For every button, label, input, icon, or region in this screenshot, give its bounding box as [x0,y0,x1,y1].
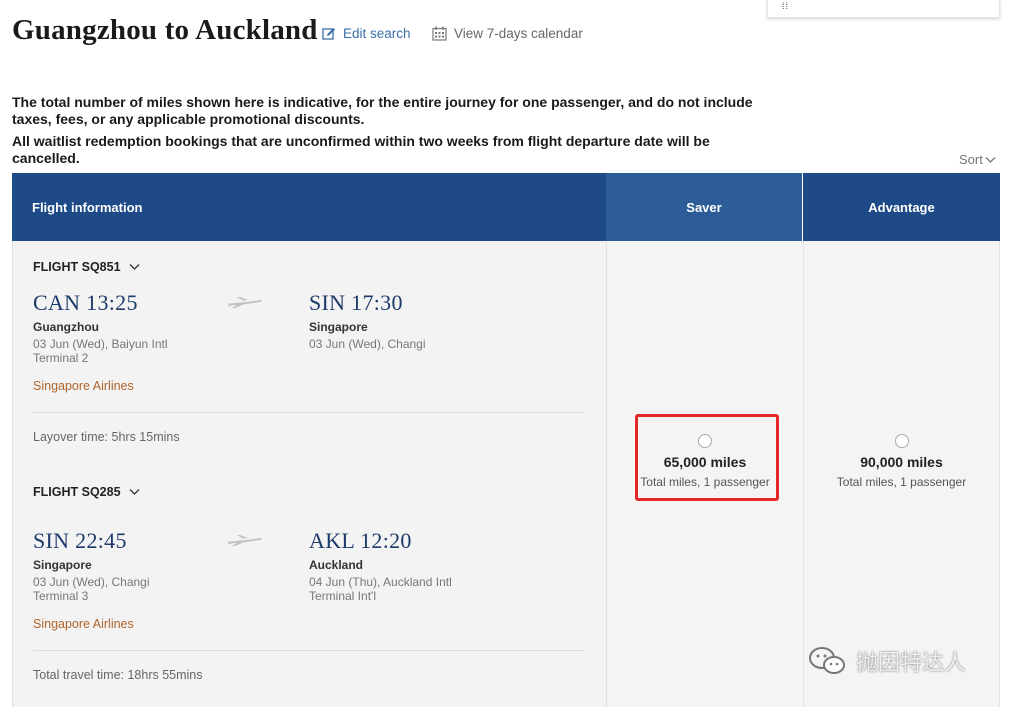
more-icon[interactable]: ⁞⁞ [782,1,789,11]
arrival-date-airport: 03 Jun (Wed), Changi [309,337,426,351]
departure-city: Guangzhou [33,320,99,334]
flight-toggle-sq285[interactable]: FLIGHT SQ285 [33,485,140,499]
departure-date-airport: 03 Jun (Wed), Baiyun Intl [33,337,168,351]
top-right-card: ⁞⁞ [767,0,1000,18]
arrival-city: Auckland [309,558,364,572]
arrival-code-time: AKL 12:20 [309,528,412,553]
watermark-text: 抛因特达人 [856,650,967,675]
miles-notice: The total number of miles shown here is … [12,94,753,127]
advantage-miles-note: Total miles, 1 passenger [836,475,967,489]
plane-icon [227,535,262,546]
arrival-terminal: Terminal Int'l [309,589,376,603]
flight-results-table: Flight information Saver Advantage FLIGH… [12,173,1000,707]
sort-dropdown[interactable]: Sort [959,152,996,167]
sort-label: Sort [959,152,983,167]
departure-terminal: Terminal 2 [33,351,89,365]
advantage-fare-cell: 90,000 miles Total miles, 1 passenger [803,241,1000,707]
chevron-down-icon [129,264,139,270]
col-header-saver: Saver [606,173,802,241]
edit-search-label: Edit search [343,26,411,41]
col-header-flight-information: Flight information [12,173,606,241]
layover-time: Layover time: 5hrs 15mins [33,430,180,444]
divider [33,412,585,413]
airline-name: Singapore Airlines [33,617,134,631]
col-header-advantage: Advantage [803,173,1000,241]
chevron-down-icon [129,489,139,495]
waitlist-notice: All waitlist redemption bookings that ar… [12,133,710,166]
flight-number: FLIGHT SQ285 [33,485,121,499]
flight-number: FLIGHT SQ851 [33,260,121,274]
airline-name: Singapore Airlines [33,379,134,393]
watermark: 抛因特达人 [808,645,966,677]
arrival-date-airport: 04 Jun (Thu), Auckland Intl [309,575,452,589]
edit-icon [322,27,335,40]
advantage-radio[interactable] [894,434,909,448]
calendar-icon [432,26,447,41]
plane-icon [227,297,262,308]
arrival-city: Singapore [309,320,368,334]
departure-code-time: SIN 22:45 [33,528,127,553]
table-header: Flight information Saver Advantage [12,173,1000,241]
divider [33,650,585,651]
arrival-code-time: SIN 17:30 [309,290,403,315]
advantage-fare-option[interactable]: 90,000 miles Total miles, 1 passenger [804,434,999,489]
departure-city: Singapore [33,558,92,572]
departure-date-airport: 03 Jun (Wed), Changi [33,575,150,589]
chevron-down-icon [985,156,996,163]
edit-search-link[interactable]: Edit search [322,26,411,41]
departure-terminal: Terminal 3 [33,589,89,603]
saver-highlight-box [635,414,779,501]
departure-code-time: CAN 13:25 [33,290,138,315]
flight-information-cell: FLIGHT SQ851 CAN 13:25 Guangzhou 03 Jun … [12,241,606,707]
page-title: Guangzhou to Auckland [12,14,318,46]
total-travel-time: Total travel time: 18hrs 55mins [33,668,203,682]
view-calendar-label: View 7-days calendar [454,26,583,41]
wechat-icon [809,647,845,674]
view-calendar-link[interactable]: View 7-days calendar [432,26,583,41]
advantage-miles: 90,000 miles [860,454,943,470]
flight-toggle-sq851[interactable]: FLIGHT SQ851 [33,260,140,274]
